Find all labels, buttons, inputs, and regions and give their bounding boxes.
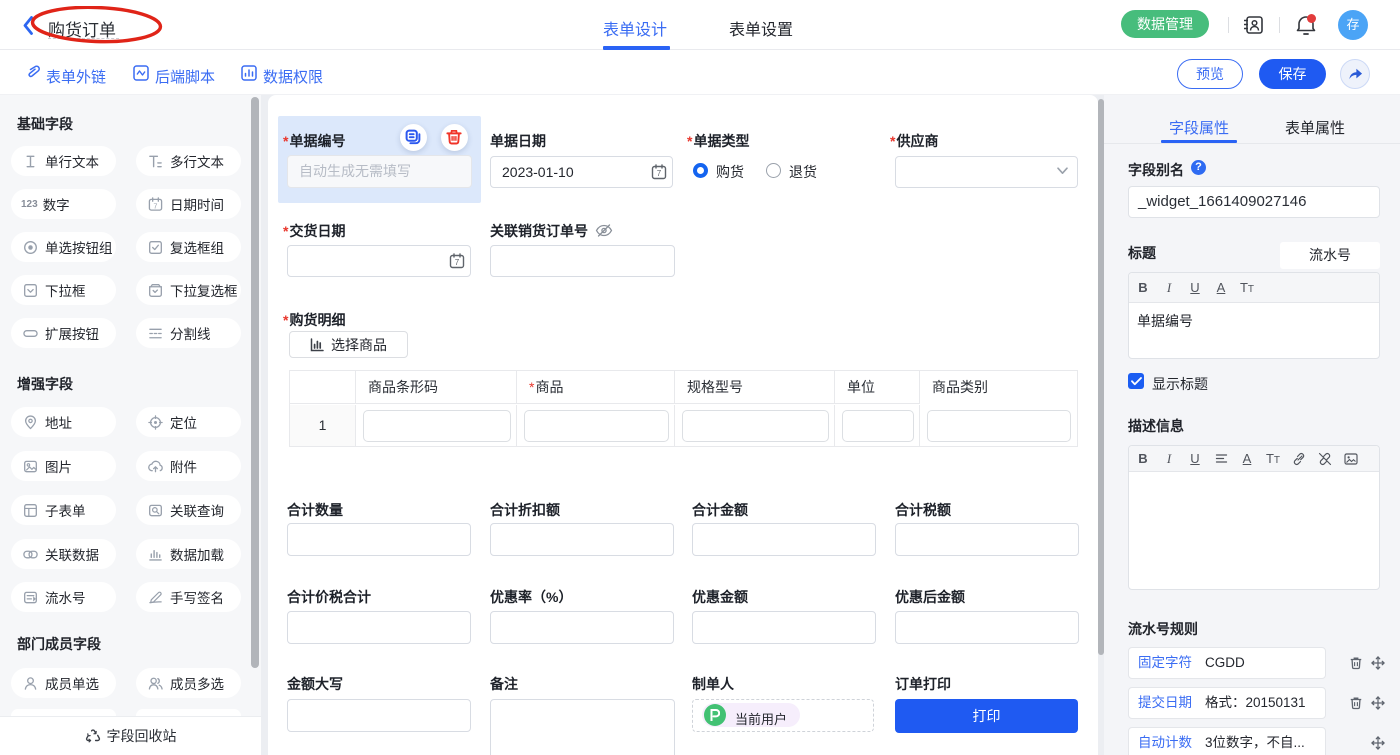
svg-text:7: 7 bbox=[657, 169, 662, 178]
svg-text:7: 7 bbox=[455, 258, 460, 267]
svg-text:7: 7 bbox=[154, 203, 158, 210]
